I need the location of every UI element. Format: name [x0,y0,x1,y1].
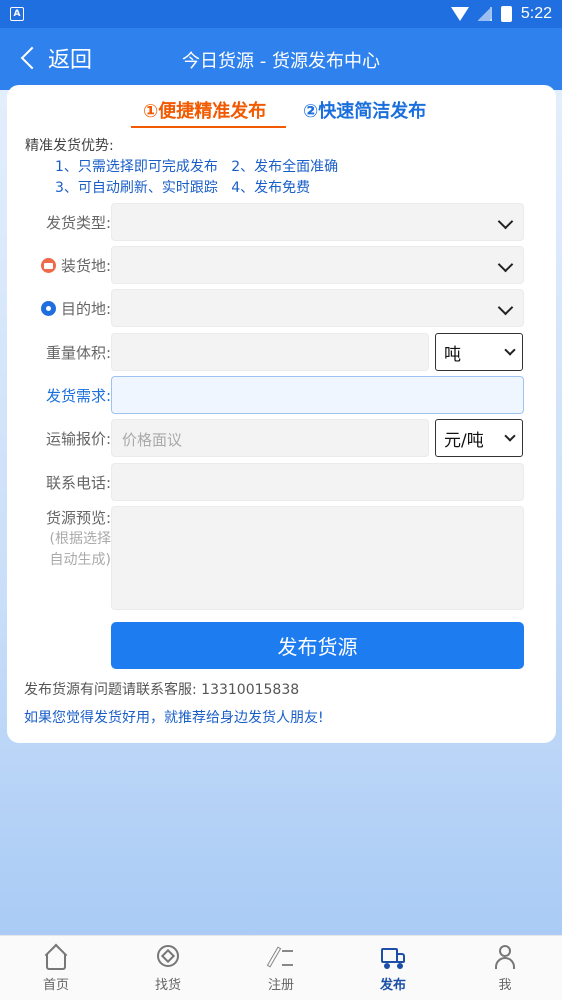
chevron-down-icon [504,344,516,356]
tab-quick-publish[interactable]: ②快速简洁发布 [303,97,426,123]
nav-register[interactable]: 注册 [241,944,321,993]
recommend-text[interactable]: 如果您觉得发货好用，就推荐给身边发货人朋友! [24,707,324,727]
phone-label: 联系电话: [45,474,111,492]
load-place-label-wrap: 装货地: [40,255,111,276]
advantages: 精准发货优势: 1、只需选择即可完成发布 2、发布全面准确 3、可自动刷新、实时… [25,136,338,199]
notification-icon: A [10,7,24,21]
status-bar: A 5:22 [0,0,562,28]
price-unit-select[interactable]: 元/吨 [435,419,523,457]
home-icon [43,943,69,970]
preview-label-wrap: 货源预览: (根据选择 自动生成) [46,508,111,571]
phone-input[interactable] [111,463,524,501]
nav-register-label: 注册 [267,978,294,993]
location-pin-icon [40,301,56,316]
load-place-label: 装货地: [60,257,111,275]
page-title: 今日货源 - 货源发布中心 [182,51,380,72]
nav-me[interactable]: 我 [465,944,545,993]
load-place-select[interactable] [111,246,524,284]
price-placeholder: 价格面议 [122,431,183,449]
weight-input[interactable] [111,333,429,371]
nav-home-label: 首页 [42,978,69,993]
publish-cargo-button[interactable]: 发布货源 [111,622,524,669]
signal-icon [477,7,492,21]
publish-truck-icon [380,944,406,970]
demand-label: 发货需求: [45,387,111,405]
advantages-title: 精准发货优势: [25,138,114,154]
nav-find-cargo[interactable]: 找货 [128,944,208,993]
contact-text: 发布货源有问题请联系客服: 13310015838 [24,682,300,698]
chevron-down-icon [497,213,514,230]
chevron-down-icon [497,256,514,273]
destination-select[interactable] [111,289,524,327]
destination-label: 目的地: [60,300,111,318]
nav-find-cargo-label: 找货 [154,978,181,993]
find-cargo-icon [155,944,181,970]
preview-textarea[interactable] [111,506,524,610]
nav-home[interactable]: 首页 [16,943,96,993]
status-time: 5:22 [520,5,552,22]
register-icon [266,944,294,970]
truck-location-icon [40,258,56,273]
active-tab-indicator [131,126,286,128]
cargo-type-label: 发货类型: [45,214,111,232]
nav-publish[interactable]: 发布 [353,944,433,993]
weight-unit-value: 吨 [444,344,461,365]
price-label: 运输报价: [45,430,111,448]
wifi-icon [450,7,469,21]
demand-input[interactable] [111,376,524,414]
battery-icon [500,6,512,22]
preview-hint-2: 自动生成) [49,552,111,568]
destination-label-wrap: 目的地: [40,298,111,319]
preview-label: 货源预览: [45,509,111,527]
chevron-down-icon [504,430,516,442]
preview-hint-1: (根据选择 [49,531,111,547]
cargo-type-select[interactable] [111,203,524,241]
price-input[interactable]: 价格面议 [111,419,429,457]
nav-publish-label: 发布 [379,978,406,993]
chevron-down-icon [497,299,514,316]
weight-label: 重量体积: [45,344,111,362]
advantages-line-1: 1、只需选择即可完成发布 2、发布全面准确 [55,159,339,175]
price-unit-value: 元/吨 [444,430,484,451]
bottom-nav: 首页 找货 注册 发布 我 [0,935,562,1000]
header: 返回 今日货源 - 货源发布中心 [0,28,562,90]
publish-form-card: ①便捷精准发布 ②快速简洁发布 精准发货优势: 1、只需选择即可完成发布 2、发… [7,85,556,743]
weight-unit-select[interactable]: 吨 [435,333,523,371]
publish-tabs: ①便捷精准发布 ②快速简洁发布 [7,85,556,131]
advantages-line-2: 3、可自动刷新、实时跟踪 4、发布免费 [55,180,311,196]
tab-precise-publish[interactable]: ①便捷精准发布 [143,97,266,123]
nav-me-label: 我 [498,978,512,993]
user-icon [492,944,518,970]
